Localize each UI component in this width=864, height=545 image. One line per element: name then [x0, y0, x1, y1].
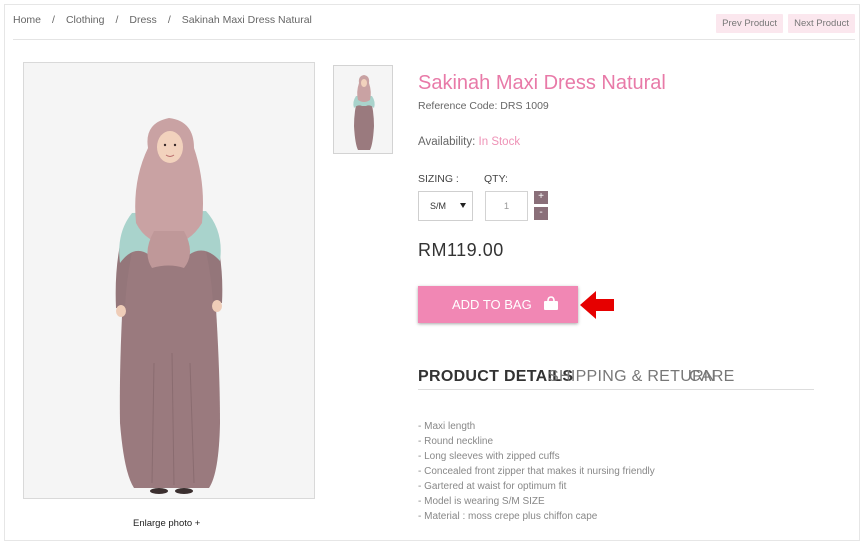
- add-to-bag-label: ADD TO BAG: [452, 297, 532, 312]
- sizing-label: SIZING :: [418, 173, 459, 185]
- product-title: Sakinah Maxi Dress Natural: [418, 72, 666, 94]
- breadcrumb-separator: /: [115, 14, 119, 26]
- product-main-photo[interactable]: [23, 62, 315, 499]
- product-thumbnail[interactable]: [333, 65, 393, 154]
- bag-icon: [544, 296, 558, 310]
- list-item: - Material : moss crepe plus chiffon cap…: [418, 511, 598, 522]
- breadcrumb-current: Sakinah Maxi Dress Natural: [181, 14, 312, 26]
- list-item: - Concealed front zipper that makes it n…: [418, 466, 655, 477]
- qty-increase-button[interactable]: +: [534, 191, 548, 204]
- list-item: - Maxi length: [418, 421, 476, 432]
- list-item: - Model is wearing S/M SIZE: [418, 496, 545, 507]
- list-item: - Gartered at waist for optimum fit: [418, 481, 567, 492]
- tab-care[interactable]: CARE: [689, 368, 735, 386]
- size-select-value: S/M: [430, 201, 447, 211]
- product-price: RM119.00: [418, 240, 504, 260]
- breadcrumb-home[interactable]: Home: [13, 14, 41, 26]
- availability: Availability: In Stock: [418, 136, 520, 148]
- qty-input[interactable]: 1: [485, 191, 528, 221]
- breadcrumb-clothing[interactable]: Clothing: [66, 14, 105, 26]
- tab-divider: [418, 389, 814, 390]
- list-item: - Round neckline: [418, 436, 494, 447]
- caret-down-icon: [460, 203, 466, 208]
- header-divider: [13, 39, 855, 40]
- reference-code: Reference Code: DRS 1009: [418, 100, 549, 112]
- breadcrumb-dress[interactable]: Dress: [129, 14, 156, 26]
- add-to-bag-button[interactable]: ADD TO BAG: [418, 286, 578, 323]
- red-arrow-icon: [580, 291, 614, 319]
- qty-label: QTY:: [484, 173, 508, 185]
- breadcrumb-separator: /: [167, 14, 171, 26]
- size-select[interactable]: S/M: [418, 191, 473, 221]
- availability-label: Availability:: [418, 136, 476, 148]
- breadcrumb: Home / Clothing / Dress / Sakinah Maxi D…: [13, 14, 312, 26]
- product-details-list: - Maxi length - Round neckline - Long sl…: [418, 419, 655, 524]
- product-nav: Prev Product Next Product: [716, 14, 855, 33]
- availability-status: In Stock: [478, 136, 521, 148]
- list-item: - Long sleeves with zipped cuffs: [418, 451, 560, 462]
- thumbnail-figure: [334, 66, 392, 153]
- breadcrumb-separator: /: [52, 14, 55, 26]
- qty-decrease-button[interactable]: -: [534, 207, 548, 220]
- next-product-button[interactable]: Next Product: [788, 14, 855, 33]
- model-figure: [24, 63, 314, 498]
- enlarge-photo-link[interactable]: Enlarge photo +: [133, 518, 200, 529]
- prev-product-button[interactable]: Prev Product: [716, 14, 784, 33]
